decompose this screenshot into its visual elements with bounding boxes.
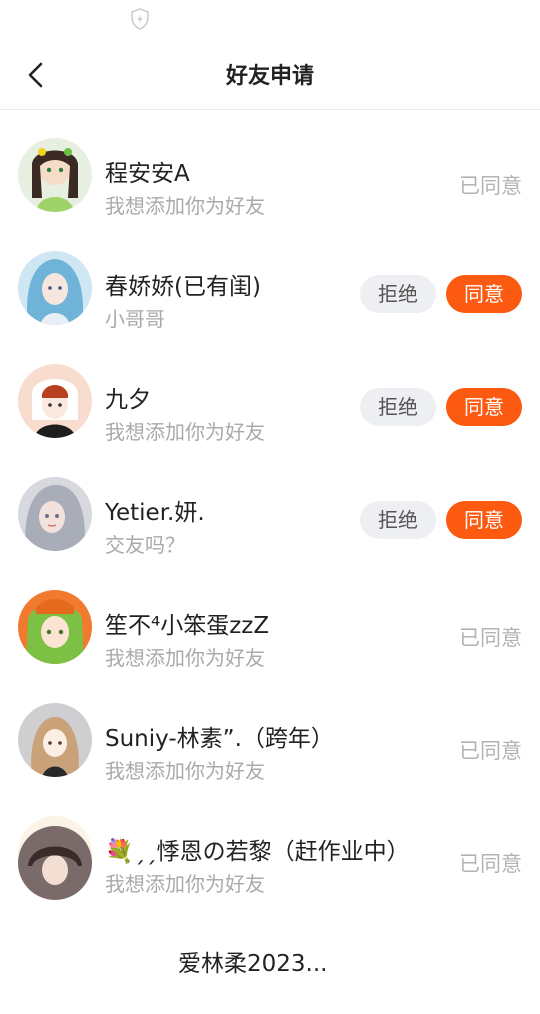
friend-request-list: 程安安A 我想添加你为好友 已同意 春娇娇(已有闺) 小哥哥 拒绝 同意 九夕 … — [0, 110, 540, 1014]
requester-name: Suniy-林素”.（跨年） — [105, 726, 334, 752]
avatar[interactable] — [18, 138, 92, 212]
friend-request-item[interactable]: 九夕 我想添加你为好友 拒绝 同意 — [0, 336, 540, 449]
request-message: 我想添加你为好友 — [105, 759, 265, 783]
agree-button[interactable]: 同意 — [446, 275, 522, 313]
avatar[interactable] — [18, 590, 92, 664]
status-agreed: 已同意 — [459, 739, 522, 763]
request-message: 我想添加你为好友 — [105, 420, 265, 444]
requester-name: 💐ˏˏ悸恩の若黎（赶作业中） — [105, 839, 410, 865]
request-message: 交友吗？ — [105, 533, 185, 557]
friend-request-item[interactable]: Suniy-林素”.（跨年） 我想添加你为好友 已同意 — [0, 675, 540, 788]
status-agreed: 已同意 — [459, 174, 522, 198]
avatar[interactable] — [18, 477, 92, 551]
page-title: 好友申请 — [225, 64, 314, 89]
status-agreed: 已同意 — [459, 852, 522, 876]
request-message: 小哥哥 — [105, 307, 165, 331]
status-bar — [0, 0, 540, 40]
avatar[interactable] — [18, 703, 92, 777]
avatar[interactable] — [18, 826, 92, 900]
shield-icon — [131, 8, 149, 30]
friend-request-item[interactable]: Yetier.妍. 交友吗？ 拒绝 同意 — [0, 449, 540, 562]
requester-name: 春娇娇(已有闺) — [105, 274, 261, 300]
requester-name: 九夕 — [105, 387, 151, 413]
friend-request-item[interactable]: 程安安A 我想添加你为好友 已同意 — [0, 110, 540, 223]
reject-button[interactable]: 拒绝 — [360, 501, 436, 539]
status-agreed: 已同意 — [459, 626, 522, 650]
request-message: 我想添加你为好友 — [105, 194, 265, 218]
agree-button[interactable]: 同意 — [446, 388, 522, 426]
requester-name: 笙不⁴小笨蛋zzZ — [105, 613, 270, 639]
friend-request-item[interactable]: 笙不⁴小笨蛋zzZ 我想添加你为好友 已同意 — [0, 562, 540, 675]
friend-request-item[interactable]: 爱林柔2023... — [0, 826, 540, 1014]
request-message: 我想添加你为好友 — [105, 646, 265, 670]
reject-button[interactable]: 拒绝 — [360, 388, 436, 426]
request-message: 我想添加你为好友 — [105, 872, 265, 896]
avatar[interactable] — [18, 364, 92, 438]
reject-button[interactable]: 拒绝 — [360, 275, 436, 313]
agree-button[interactable]: 同意 — [446, 501, 522, 539]
requester-name: 程安安A — [105, 161, 190, 187]
friend-request-item[interactable]: 春娇娇(已有闺) 小哥哥 拒绝 同意 — [0, 223, 540, 336]
avatar[interactable] — [18, 251, 92, 325]
nav-bar: 好友申请 — [0, 40, 540, 110]
requester-name: Yetier.妍. — [105, 500, 205, 526]
